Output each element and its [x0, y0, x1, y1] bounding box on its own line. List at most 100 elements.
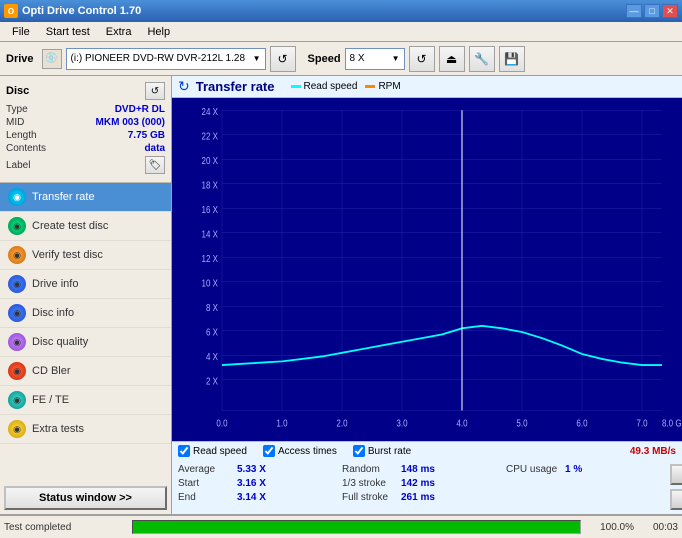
legend-color-read-speed: [291, 85, 301, 88]
nav-drive-info[interactable]: ◉ Drive info: [0, 270, 171, 299]
disc-type-value: DVD+R DL: [115, 104, 165, 115]
disc-mid-value: MKM 003 (000): [96, 117, 165, 128]
toolbar: Drive 💿 (i:) PIONEER DVD-RW DVR-212L 1.2…: [0, 42, 682, 76]
stats-col-4: Start full Start part: [670, 464, 682, 510]
svg-text:1.0: 1.0: [276, 418, 287, 429]
stat-stroke1-value: 142 ms: [401, 478, 435, 489]
disc-label-row: Label 🏷: [6, 156, 165, 174]
drive-dropdown-arrow: ▼: [253, 54, 261, 63]
menu-help[interactable]: Help: [139, 24, 178, 40]
nav-label-cd-bler: CD Bler: [32, 365, 71, 377]
stat-cpu: CPU usage 1 %: [506, 464, 666, 475]
stat-stroke1-label: 1/3 stroke: [342, 478, 397, 489]
stat-stroke1: 1/3 stroke 142 ms: [342, 478, 502, 489]
stat-full-stroke-value: 261 ms: [401, 492, 435, 503]
svg-text:5.0: 5.0: [516, 418, 527, 429]
progress-bar: [133, 521, 580, 533]
time-text: 00:03: [638, 522, 678, 533]
nav-label-disc-info: Disc info: [32, 307, 74, 319]
disc-length-row: Length 7.75 GB: [6, 130, 165, 141]
nav-label-verify-test-disc: Verify test disc: [32, 249, 103, 261]
nav-verify-test-disc[interactable]: ◉ Verify test disc: [0, 241, 171, 270]
progress-text: 100.0%: [589, 522, 634, 533]
nav-label-drive-info: Drive info: [32, 278, 78, 290]
maximize-button[interactable]: □: [644, 4, 660, 18]
settings-button[interactable]: 🔧: [469, 46, 495, 72]
disc-refresh-button[interactable]: ↺: [145, 82, 165, 100]
status-window-button[interactable]: Status window >>: [4, 486, 167, 510]
chart-legend: Read speed RPM: [291, 81, 401, 92]
nav-extra-tests[interactable]: ◉ Extra tests: [0, 415, 171, 444]
drive-refresh-button[interactable]: ↺: [270, 46, 296, 72]
chart-header: ↻ Transfer rate Read speed RPM: [172, 76, 682, 98]
menu-file[interactable]: File: [4, 24, 38, 40]
start-full-button[interactable]: Start full: [670, 464, 682, 485]
disc-type-label: Type: [6, 104, 28, 115]
svg-text:14 X: 14 X: [202, 229, 218, 240]
svg-text:7.0: 7.0: [636, 418, 647, 429]
disc-length-label: Length: [6, 130, 37, 141]
disc-contents-row: Contents data: [6, 143, 165, 154]
menu-start-test[interactable]: Start test: [38, 24, 98, 40]
stat-start: Start 3.16 X: [178, 478, 338, 489]
drive-icon: 💿: [42, 49, 62, 69]
nav-disc-quality[interactable]: ◉ Disc quality: [0, 328, 171, 357]
disc-title: Disc: [6, 85, 29, 97]
svg-text:2.0: 2.0: [336, 418, 347, 429]
nav-icon-disc-quality: ◉: [8, 333, 26, 351]
eject-button[interactable]: ⏏: [439, 46, 465, 72]
checkbox-access-times[interactable]: Access times: [263, 445, 337, 457]
disc-length-value: 7.75 GB: [128, 130, 165, 141]
stat-average-value: 5.33 X: [237, 464, 266, 475]
drive-dropdown[interactable]: (i:) PIONEER DVD-RW DVR-212L 1.28 ▼: [66, 48, 266, 70]
main-content: Drive 💿 (i:) PIONEER DVD-RW DVR-212L 1.2…: [0, 42, 682, 538]
stat-random: Random 148 ms: [342, 464, 502, 475]
nav-icon-verify-test-disc: ◉: [8, 246, 26, 264]
nav-label-disc-quality: Disc quality: [32, 336, 88, 348]
nav-icon-fe-te: ◉: [8, 391, 26, 409]
minimize-button[interactable]: —: [626, 4, 642, 18]
nav-cd-bler[interactable]: ◉ CD Bler: [0, 357, 171, 386]
nav-disc-info[interactable]: ◉ Disc info: [0, 299, 171, 328]
chart-title: Transfer rate: [196, 79, 275, 94]
svg-text:12 X: 12 X: [202, 253, 218, 264]
stat-average: Average 5.33 X: [178, 464, 338, 475]
stat-start-label: Start: [178, 478, 233, 489]
nav-icon-disc-info: ◉: [8, 304, 26, 322]
stat-end-label: End: [178, 492, 233, 503]
svg-text:0.0: 0.0: [216, 418, 227, 429]
refresh-button[interactable]: ↺: [409, 46, 435, 72]
svg-text:22 X: 22 X: [202, 131, 218, 142]
disc-label-icon[interactable]: 🏷: [145, 156, 165, 174]
menu-extra[interactable]: Extra: [98, 24, 140, 40]
nav-create-test-disc[interactable]: ◉ Create test disc: [0, 212, 171, 241]
nav-fe-te[interactable]: ◉ FE / TE: [0, 386, 171, 415]
nav-icon-create-test-disc: ◉: [8, 217, 26, 235]
stat-random-value: 148 ms: [401, 464, 435, 475]
svg-text:20 X: 20 X: [202, 155, 218, 166]
stats-col-1: Average 5.33 X Start 3.16 X End 3.14 X: [178, 464, 338, 510]
stat-end: End 3.14 X: [178, 492, 338, 503]
chart-svg: 24 X 22 X 20 X 18 X 16 X 14 X 12 X 10 X …: [172, 98, 682, 441]
app-icon: O: [4, 4, 18, 18]
nav-label-create-test-disc: Create test disc: [32, 220, 108, 232]
stats-col-3: CPU usage 1 %: [506, 464, 666, 510]
svg-text:8.0 GB: 8.0 GB: [662, 418, 682, 429]
start-part-button[interactable]: Start part: [670, 489, 682, 510]
title-bar-left: O Opti Drive Control 1.70: [4, 4, 141, 18]
progress-container: [132, 520, 581, 534]
drive-label: Drive: [6, 53, 34, 65]
close-button[interactable]: ✕: [662, 4, 678, 18]
disc-contents-value[interactable]: data: [144, 143, 165, 154]
nav-transfer-rate[interactable]: ◉ Transfer rate: [0, 183, 171, 212]
checkbox-burst-rate[interactable]: Burst rate: [353, 445, 411, 457]
speed-dropdown[interactable]: 8 X ▼: [345, 48, 405, 70]
burst-info: 49.3 MB/s: [630, 446, 676, 457]
checkbox-read-speed[interactable]: Read speed: [178, 445, 247, 457]
window-title: Opti Drive Control 1.70: [22, 5, 141, 17]
stat-cpu-label: CPU usage: [506, 464, 561, 475]
save-button[interactable]: 💾: [499, 46, 525, 72]
stat-random-label: Random: [342, 464, 397, 475]
speed-dropdown-arrow: ▼: [392, 54, 400, 63]
svg-text:2 X: 2 X: [206, 376, 218, 387]
